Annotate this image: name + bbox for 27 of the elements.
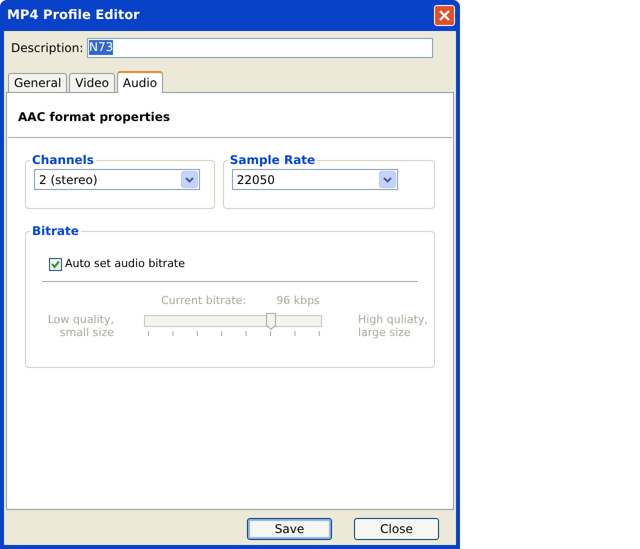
checkmark-icon [51,260,60,269]
close-icon [439,10,450,21]
tab[interactable]: Video [69,73,115,92]
field-value: N73 [89,40,114,55]
low-quality-label: Low quality, [48,313,114,326]
group-title: Channels [31,152,95,169]
description-field[interactable]: N73 [87,38,433,58]
high-quality-sublabel: large size [358,326,412,339]
checkbox-label: Auto set audio bitrate [65,256,186,272]
sample-rate-dropdown[interactable]: 22050 [232,169,398,190]
current-bitrate-value: 96 kbps [276,292,320,308]
current-bitrate-label: Current bitrate: [161,292,246,308]
description-label: Description: [11,40,84,56]
window-title: MP4 Profile Editor [7,6,140,25]
group-title: Sample Rate [228,152,316,169]
tab[interactable]: General [8,73,68,92]
close-button[interactable] [434,5,455,26]
high-quality-label: High quliaty, [358,313,428,326]
channels-dropdown[interactable]: 2 (stereo) [34,169,200,190]
close-dialog-button[interactable]: Close [354,518,439,540]
save-button[interactable]: Save [247,518,332,540]
tab[interactable]: Audio [116,71,164,93]
section-title: AAC format properties [18,110,170,124]
auto-bitrate-checkbox[interactable] [49,258,62,271]
low-quality-sublabel: small size [60,326,114,339]
bitrate-slider[interactable] [144,313,322,339]
group-title: Bitrate [31,223,80,240]
